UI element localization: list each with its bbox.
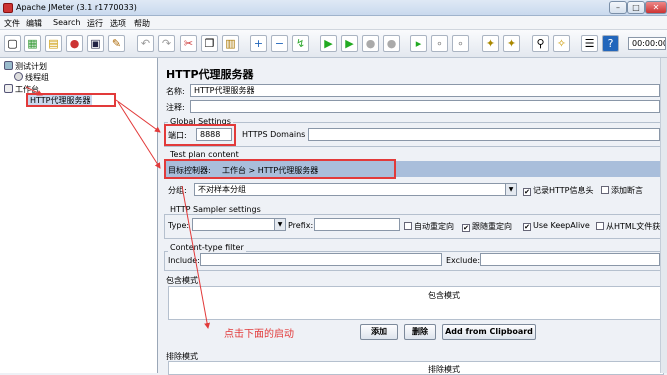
arrow-to-start-hint	[181, 185, 211, 329]
arrow-to-port	[115, 99, 161, 133]
annotation-arrows	[25, 86, 211, 329]
arrow-to-proxy-node	[25, 86, 43, 96]
arrow-to-target	[117, 101, 161, 169]
annotation-text: 点击下面的启动	[224, 329, 294, 340]
